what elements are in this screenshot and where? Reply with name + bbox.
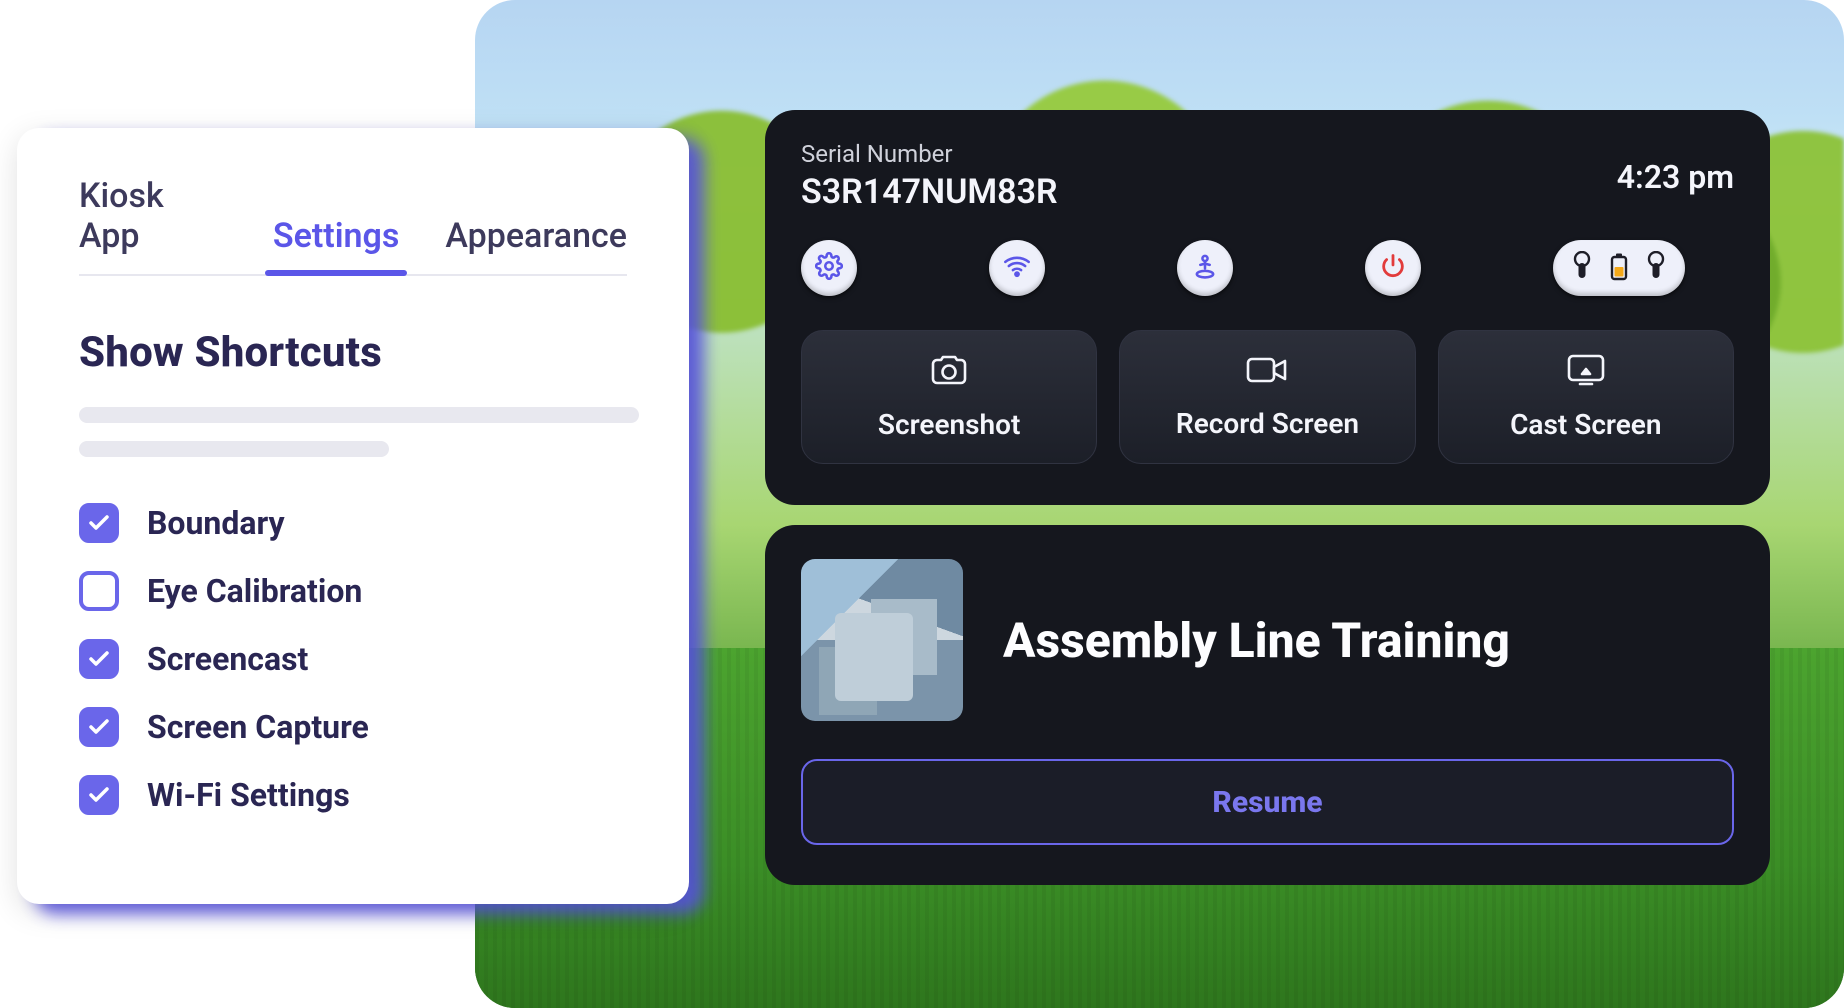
settings-card: Kiosk App Settings Appearance Show Short… (17, 128, 689, 904)
cast-screen-label: Cast Screen (1510, 408, 1661, 441)
resume-button[interactable]: Resume (801, 759, 1734, 845)
video-icon (1245, 354, 1289, 393)
checkbox-row-screen-capture[interactable]: Screen Capture (79, 707, 627, 747)
checkbox-label: Boundary (147, 504, 285, 542)
checkbox-row-screencast[interactable]: Screencast (79, 639, 627, 679)
checkbox-row-wifi-settings[interactable]: Wi-Fi Settings (79, 775, 627, 815)
camera-icon (929, 353, 969, 394)
checkbox[interactable] (79, 707, 119, 747)
boundary-button[interactable] (1177, 240, 1233, 296)
checkbox[interactable] (79, 775, 119, 815)
record-screen-button[interactable]: Record Screen (1119, 330, 1415, 464)
settings-tabs: Kiosk App Settings Appearance (79, 176, 627, 276)
checkbox-row-boundary[interactable]: Boundary (79, 503, 627, 543)
section-title-show-shortcuts: Show Shortcuts (79, 328, 627, 377)
cast-screen-button[interactable]: Cast Screen (1438, 330, 1734, 464)
app-thumbnail (801, 559, 963, 721)
wifi-icon (1003, 252, 1031, 284)
checkbox[interactable] (79, 571, 119, 611)
power-icon (1379, 252, 1407, 284)
description-skeleton-line (79, 407, 639, 423)
clock: 4:23 pm (1617, 158, 1734, 196)
record-screen-label: Record Screen (1176, 407, 1359, 440)
battery-icon (1608, 251, 1630, 285)
controller-left-icon (1572, 251, 1592, 285)
screenshot-label: Screenshot (878, 408, 1021, 441)
app-title: Assembly Line Training (1003, 612, 1510, 669)
checkmark-icon (87, 647, 111, 671)
checkbox-row-eye-calibration[interactable]: Eye Calibration (79, 571, 627, 611)
vr-resume-app-card: Assembly Line Training Resume (765, 525, 1770, 885)
tab-appearance[interactable]: Appearance (445, 216, 627, 274)
serial-number-label: Serial Number (801, 140, 1734, 168)
checkbox-label: Screencast (147, 640, 308, 678)
controller-battery-status[interactable] (1553, 240, 1685, 296)
wifi-button[interactable] (989, 240, 1045, 296)
checkbox-label: Screen Capture (147, 708, 369, 746)
checkmark-icon (87, 783, 111, 807)
checkbox-label: Eye Calibration (147, 572, 362, 610)
power-button[interactable] (1365, 240, 1421, 296)
resume-button-label: Resume (1212, 785, 1322, 820)
description-skeleton-line (79, 441, 389, 457)
checkbox[interactable] (79, 503, 119, 543)
shortcut-checkbox-list: Boundary Eye Calibration Screencast Scre… (79, 503, 627, 815)
boundary-icon (1191, 252, 1219, 284)
cast-icon (1566, 353, 1606, 394)
checkbox[interactable] (79, 639, 119, 679)
serial-number-value: S3R147NUM83R (801, 172, 1734, 212)
tab-settings[interactable]: Settings (273, 216, 400, 274)
checkmark-icon (87, 715, 111, 739)
checkbox-label: Wi-Fi Settings (147, 776, 350, 814)
checkmark-icon (87, 511, 111, 535)
screenshot-button[interactable]: Screenshot (801, 330, 1097, 464)
controller-right-icon (1646, 251, 1666, 285)
vr-quick-panel: Serial Number S3R147NUM83R 4:23 pm (765, 110, 1770, 505)
settings-icon (815, 252, 843, 284)
settings-button[interactable] (801, 240, 857, 296)
tab-kiosk-app[interactable]: Kiosk App (79, 176, 227, 274)
